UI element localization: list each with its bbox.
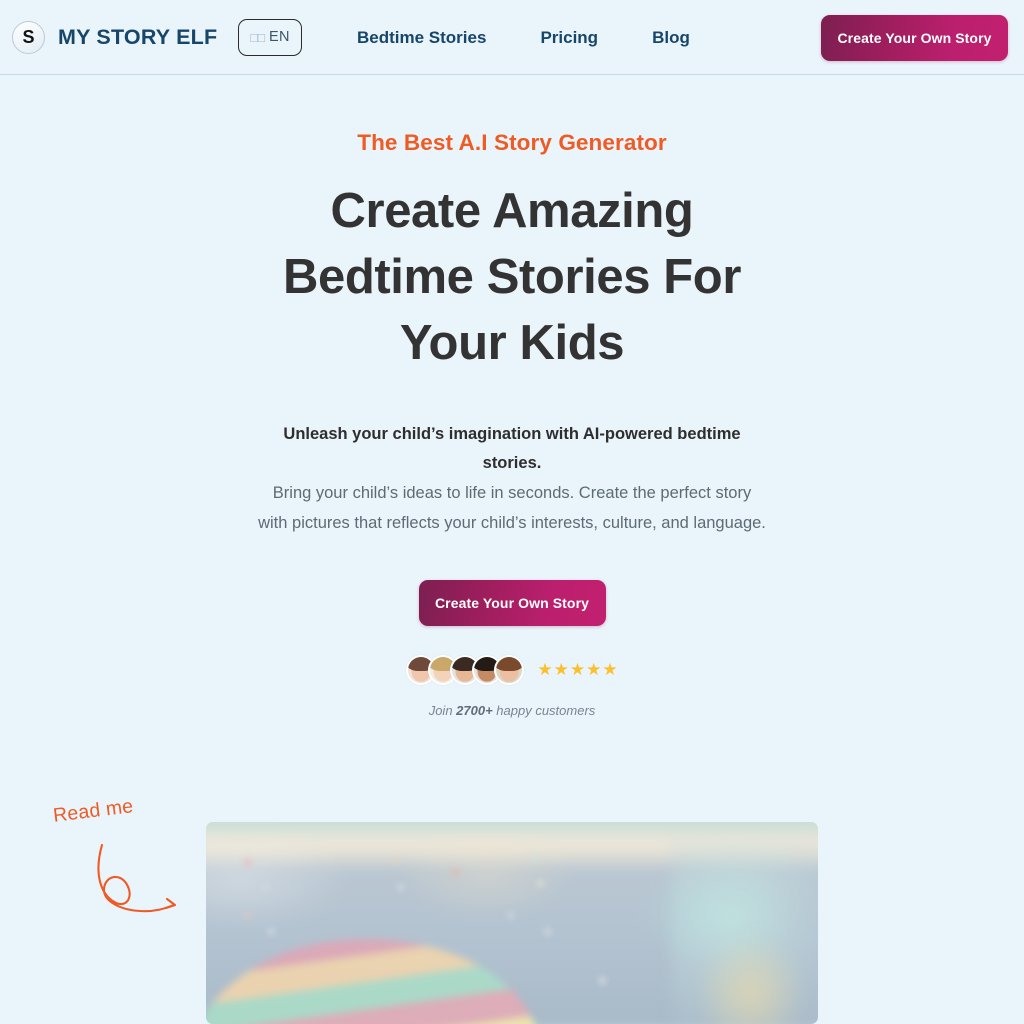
nav-link-bedtime-stories[interactable]: Bedtime Stories <box>357 28 486 48</box>
happy-customers-caption: Join 2700+ happy customers <box>0 703 1024 718</box>
star-rating: ★ ★ ★ ★ ★ <box>537 661 617 678</box>
site-header: S MY STORY ELF EN Bedtime Stories Pricin… <box>0 0 1024 75</box>
star-icon: ★ <box>586 660 602 680</box>
hero-sub-text: Bring your child’s ideas to life in seco… <box>258 484 766 532</box>
logo-mark-icon: S <box>12 20 45 54</box>
hero-lead-text: Unleash your child’s imagination with AI… <box>283 425 741 472</box>
brand-logo[interactable]: S MY STORY ELF <box>12 20 218 54</box>
social-proof: ★ ★ ★ ★ ★ <box>0 654 1024 685</box>
page-title: Create Amazing Bedtime Stories For Your … <box>283 184 741 371</box>
bedtime-story-illustration[interactable] <box>206 822 818 1024</box>
hero-eyebrow: The Best A.I Story Generator <box>357 130 667 155</box>
hero-section: The Best A.I Story Generator Create Amaz… <box>0 75 1024 718</box>
hero-create-story-button[interactable]: Create Your Own Story <box>418 579 606 626</box>
star-icon: ★ <box>569 660 586 680</box>
illustration-specks <box>206 822 818 1024</box>
brand-name: MY STORY ELF <box>58 24 218 49</box>
language-code: EN <box>269 29 290 45</box>
nav-link-pricing[interactable]: Pricing <box>540 28 598 48</box>
join-count: 2700+ <box>456 702 493 718</box>
nav-link-blog[interactable]: Blog <box>652 28 690 48</box>
customer-avatar-5 <box>494 654 525 685</box>
join-prefix: Join <box>428 702 457 718</box>
main-navigation: Bedtime Stories Pricing Blog <box>357 0 690 75</box>
flag-placeholder-icon <box>250 31 264 44</box>
read-me-label: Read me <box>51 795 135 827</box>
star-icon: ★ <box>537 660 553 680</box>
language-selector[interactable]: EN <box>238 18 302 56</box>
join-suffix: happy customers <box>492 702 596 718</box>
hero-cta-container: Create Your Own Story <box>0 579 1024 626</box>
customer-avatar-group <box>406 654 525 685</box>
star-icon: ★ <box>602 660 618 680</box>
header-create-story-button[interactable]: Create Your Own Story <box>821 15 1008 61</box>
avatar-face <box>496 656 523 683</box>
star-icon: ★ <box>553 660 569 680</box>
